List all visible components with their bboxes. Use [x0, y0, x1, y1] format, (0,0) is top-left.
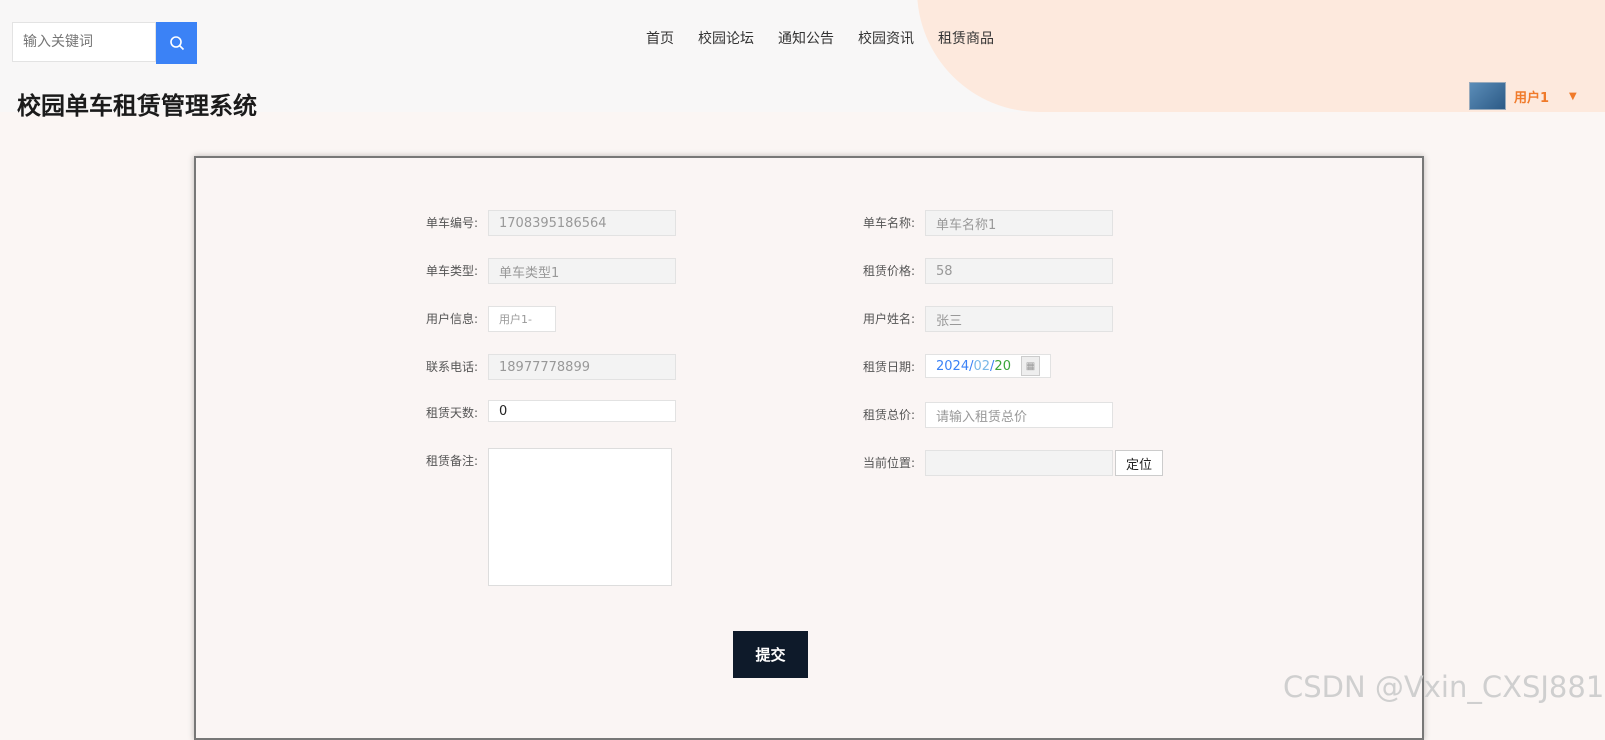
watermark: CSDN @Vxin_CXSJ881 [1283, 670, 1605, 704]
row-rent-price: 租赁价格: 58 [851, 258, 1113, 284]
rent-days-input[interactable]: 0 [488, 400, 676, 422]
row-bike-no: 单车编号: 1708395186564 [414, 210, 676, 236]
label-bike-name: 单车名称: [862, 216, 915, 230]
site-title: 校园单车租赁管理系统 [17, 92, 257, 120]
rental-form-panel: 单车编号: 1708395186564 单车类型: 单车类型1 用户信息: 用户… [194, 156, 1424, 740]
avatar [1469, 82, 1506, 110]
user-info-field[interactable]: 用户1- [488, 306, 556, 332]
phone-field[interactable]: 18977778899 [488, 354, 676, 380]
remark-textarea[interactable] [488, 448, 672, 586]
row-user-name: 用户姓名: 张三 [851, 306, 1113, 332]
chevron-down-icon: ▼ [1569, 90, 1577, 102]
bike-type-field[interactable]: 单车类型1 [488, 258, 676, 284]
date-value: 2024/02/20 [936, 358, 1011, 374]
date-day: 20 [994, 358, 1011, 374]
label-user-name: 用户姓名: [862, 312, 915, 326]
date-month: 02 [973, 358, 991, 374]
row-rent-days: 租赁天数: 0 [414, 400, 676, 422]
label-remark: 租赁备注: [425, 454, 478, 468]
search-input[interactable] [12, 22, 156, 62]
label-user-info: 用户信息: [425, 312, 478, 326]
user-name-field[interactable]: 张三 [925, 306, 1113, 332]
date-year: 2024 [936, 358, 970, 374]
label-rent-date: 租赁日期: [862, 360, 915, 374]
nav-rental-goods[interactable]: 租赁商品 [938, 28, 994, 48]
row-bike-type: 单车类型: 单车类型1 [414, 258, 676, 284]
bike-no-field[interactable]: 1708395186564 [488, 210, 676, 236]
row-rent-date: 租赁日期: 2024/02/20 ▦ [851, 354, 1051, 378]
label-phone: 联系电话: [425, 360, 478, 374]
locate-button[interactable]: 定位 [1115, 450, 1164, 476]
total-price-input[interactable]: 请输入租赁总价 [925, 402, 1113, 428]
search-icon [169, 36, 184, 51]
search-bar [12, 22, 197, 64]
label-location: 当前位置: [862, 456, 915, 470]
label-bike-no: 单车编号: [425, 216, 478, 230]
main-nav: 首页 校园论坛 通知公告 校园资讯 租赁商品 [646, 28, 994, 48]
row-user-info: 用户信息: 用户1- [414, 306, 556, 332]
nav-home[interactable]: 首页 [646, 28, 674, 48]
user-menu[interactable]: 用户1 ▼ [1469, 82, 1577, 110]
label-total-price: 租赁总价: [862, 408, 915, 422]
nav-news[interactable]: 校园资讯 [858, 28, 914, 48]
nav-forum[interactable]: 校园论坛 [698, 28, 754, 48]
label-bike-type: 单车类型: [425, 264, 478, 278]
row-bike-name: 单车名称: 单车名称1 [851, 210, 1113, 236]
user-name: 用户1 [1514, 90, 1550, 106]
label-rent-days: 租赁天数: [425, 406, 478, 420]
nav-notice[interactable]: 通知公告 [778, 28, 834, 48]
rent-price-field[interactable]: 58 [925, 258, 1113, 284]
label-rent-price: 租赁价格: [862, 264, 915, 278]
row-location: 当前位置: 定位 [851, 450, 1164, 476]
bike-name-field[interactable]: 单车名称1 [925, 210, 1113, 236]
submit-button[interactable]: 提交 [733, 631, 808, 678]
rent-date-input[interactable]: 2024/02/20 ▦ [925, 354, 1051, 378]
row-phone: 联系电话: 18977778899 [414, 354, 676, 380]
search-button[interactable] [156, 22, 197, 64]
row-remark: 租赁备注: [414, 448, 672, 586]
location-field[interactable] [925, 450, 1113, 476]
row-total-price: 租赁总价: 请输入租赁总价 [851, 402, 1113, 428]
calendar-icon[interactable]: ▦ [1020, 356, 1040, 376]
